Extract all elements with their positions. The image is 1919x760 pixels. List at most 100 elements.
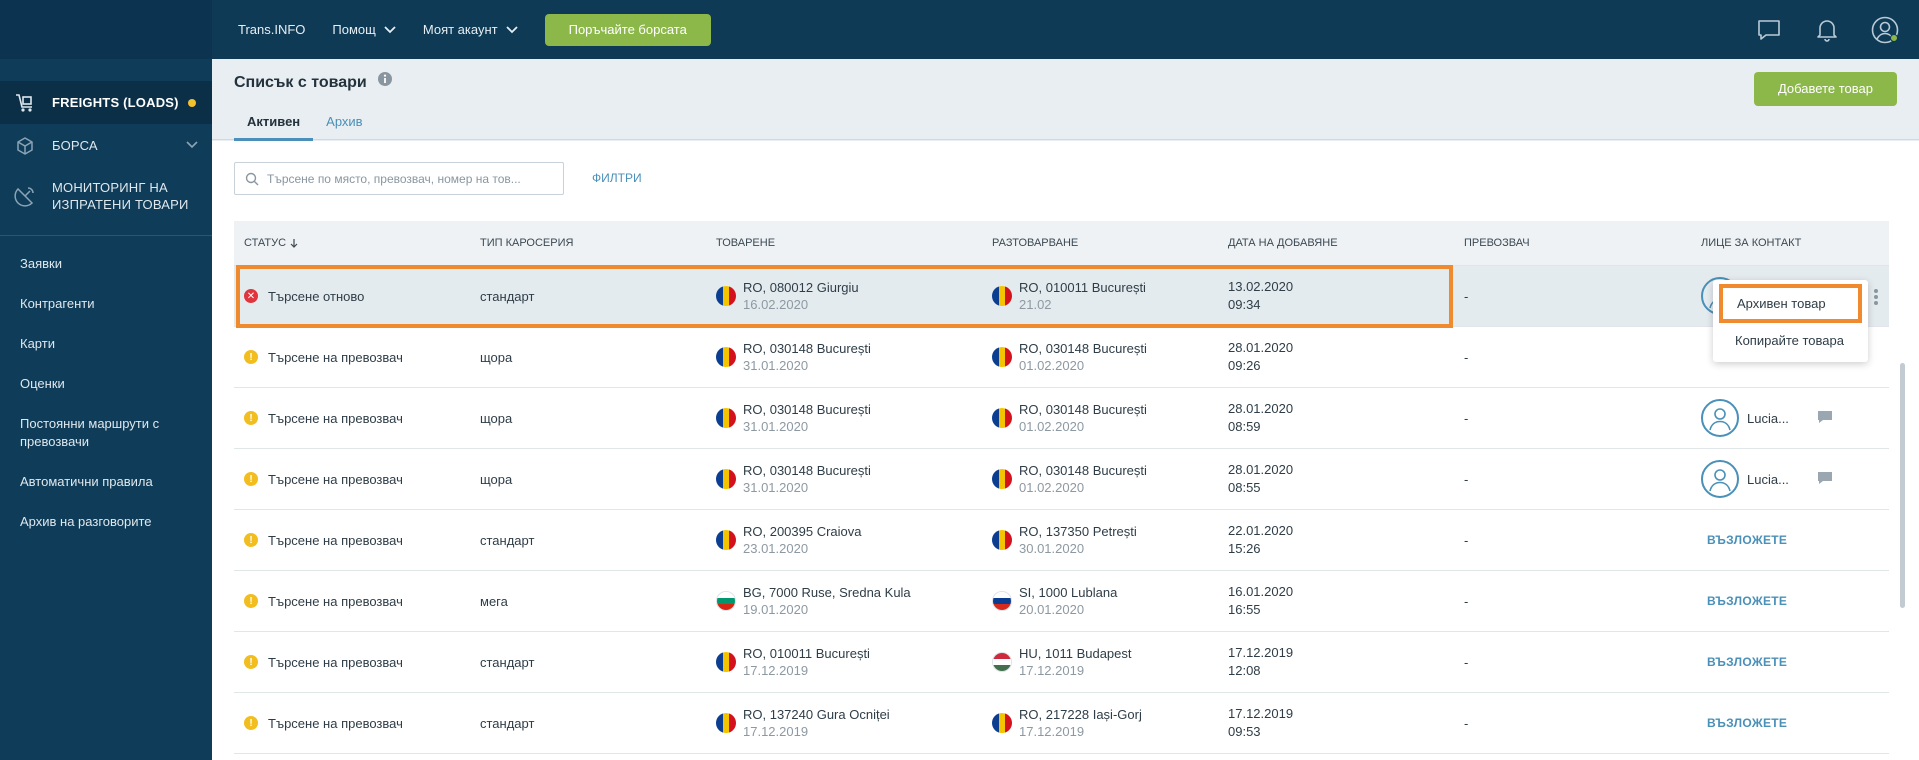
- column-header-body-type[interactable]: ТИП КАРОСЕРИЯ: [470, 237, 706, 249]
- chat-bubble-icon[interactable]: [1817, 410, 1833, 427]
- user-icon[interactable]: [1871, 16, 1899, 44]
- order-exchange-button[interactable]: Поръчайте борсата: [544, 13, 711, 46]
- date-added-cell: 28.01.2020 09:26: [1218, 339, 1454, 375]
- nav-my-account[interactable]: Моят акаунт: [423, 22, 518, 37]
- table-row[interactable]: ! Търсене на превозвач стандарт RO, 137240 …: [234, 693, 1889, 754]
- unloading-place: RO, 010011 București: [1019, 280, 1146, 295]
- chevron-down-icon: [384, 25, 396, 33]
- main-content: ФИЛТРИ СТАТУС ТИП КАРОСЕРИЯ ТОВАРЕНЕ РАЗ…: [212, 141, 1919, 760]
- contact: Lucia...: [1701, 460, 1833, 498]
- carrier-cell: -: [1464, 654, 1469, 670]
- chat-bubble-icon[interactable]: [1817, 471, 1833, 488]
- column-header-date-added[interactable]: ДАТА НА ДОБАВЯНЕ: [1218, 237, 1454, 249]
- table-row[interactable]: ! Търсене на превозвач стандарт RO, 200395 …: [234, 510, 1889, 571]
- contact: Lucia...: [1701, 399, 1833, 437]
- date-added-time: 12:08: [1228, 663, 1261, 678]
- sidebar-item-ratings[interactable]: Оценки: [0, 364, 212, 404]
- sidebar-item-requests[interactable]: Заявки: [0, 244, 212, 284]
- loading-cell: BG, 7000 Ruse, Sredna Kula 19.01.2020: [706, 584, 982, 618]
- unloading-date: 17.12.2019: [1019, 663, 1085, 678]
- filters-link[interactable]: ФИЛТРИ: [592, 171, 642, 185]
- loading-date: 31.01.2020: [743, 480, 809, 495]
- column-header-contact[interactable]: ЛИЦЕ ЗА КОНТАКТ: [1691, 237, 1889, 249]
- unloading-place: RO, 030148 București: [1019, 341, 1147, 356]
- column-header-loading[interactable]: ТОВАРЕНЕ: [706, 237, 982, 249]
- flag-ro-icon: [716, 530, 736, 550]
- date-added-date: 28.01.2020: [1228, 401, 1294, 416]
- sidebar-item-exchange[interactable]: БОРСА: [0, 124, 212, 167]
- sidebar-item-monitoring[interactable]: МОНИТОРИНГ НА ИЗПРАТЕНИ ТОВАРИ: [0, 167, 212, 225]
- loading-location: RO, 080012 Giurgiu 16.02.2020: [716, 279, 859, 313]
- warning-status-icon: !: [244, 594, 258, 608]
- table-row[interactable]: ! Търсене на превозвач щора RO, 030148 Bucu…: [234, 327, 1889, 388]
- contact-name[interactable]: Lucia...: [1747, 411, 1789, 426]
- add-freight-button[interactable]: Добавете товар: [1753, 72, 1897, 106]
- tab-active[interactable]: Активен: [234, 109, 314, 141]
- flag-ro-icon: [992, 408, 1012, 428]
- unloading-date: 01.02.2020: [1019, 419, 1085, 434]
- avatar[interactable]: [1701, 399, 1739, 437]
- table-row[interactable]: ! Търсене на превозвач щора RO, 030148 Bucu…: [234, 388, 1889, 449]
- sidebar-item-maps[interactable]: Карти: [0, 324, 212, 364]
- info-icon[interactable]: [377, 71, 393, 90]
- sidebar-item-contractors[interactable]: Контрагенти: [0, 284, 212, 324]
- loading-place: BG, 7000 Ruse, Sredna Kula: [743, 585, 911, 600]
- assign-link[interactable]: ВЪЗЛОЖЕТЕ: [1703, 594, 1787, 608]
- unloading-place: RO, 137350 Petrești: [1019, 524, 1137, 539]
- body-type-cell: мега: [480, 593, 508, 609]
- loading-cell: RO, 030148 București 31.01.2020: [706, 340, 982, 374]
- sidebar-item-routes[interactable]: Постоянни маршрути с превозвачи: [0, 404, 212, 462]
- tab-archive[interactable]: Архив: [313, 109, 375, 141]
- sidebar-item-freights[interactable]: FREIGHTS (LOADS): [0, 81, 212, 124]
- status-text: Търсене на превозвач: [268, 471, 403, 487]
- table-row[interactable]: ✕ Търсене отново стандарт RO, 080012 Giurgi…: [234, 266, 1889, 327]
- kebab-menu-icon[interactable]: [1873, 288, 1879, 309]
- menu-item-archive[interactable]: Архивен товар: [1719, 284, 1862, 323]
- assign-link[interactable]: ВЪЗЛОЖЕТЕ: [1703, 716, 1787, 730]
- unloading-location: RO, 217228 Iași-Gorj 17.12.2019: [992, 706, 1142, 740]
- flag-ro-icon: [992, 713, 1012, 733]
- date-added-time: 09:26: [1228, 358, 1261, 373]
- loading-place: RO, 200395 Craiova: [743, 524, 862, 539]
- table-row[interactable]: ! Търсене на превозвач мега BG, 7000 Ruse, …: [234, 571, 1889, 632]
- column-header-unloading[interactable]: РАЗТОВАРВАНЕ: [982, 237, 1218, 249]
- chat-icon[interactable]: [1755, 16, 1783, 44]
- carrier-cell: -: [1464, 593, 1469, 609]
- column-header-carrier[interactable]: ПРЕВОЗВАЧ: [1454, 237, 1691, 249]
- date-added-time: 16:55: [1228, 602, 1261, 617]
- search-input[interactable]: [267, 171, 557, 186]
- sidebar-item-auto-rules[interactable]: Автоматични правила: [0, 462, 212, 502]
- bell-icon[interactable]: [1813, 16, 1841, 44]
- assign-link[interactable]: ВЪЗЛОЖЕТЕ: [1703, 533, 1787, 547]
- flag-ro-icon: [716, 286, 736, 306]
- flag-si-icon: [992, 591, 1012, 611]
- contact-name[interactable]: Lucia...: [1747, 472, 1789, 487]
- sidebar-divider: [0, 235, 212, 236]
- search-box: [234, 162, 564, 195]
- vertical-scrollbar[interactable]: [1900, 363, 1905, 608]
- loading-text: RO, 030148 București 31.01.2020: [743, 401, 871, 435]
- status-text: Търсене на превозвач: [268, 593, 403, 609]
- notification-dot: [188, 99, 196, 107]
- sidebar-item-chat-archive[interactable]: Архив на разговорите: [0, 502, 212, 542]
- table-row[interactable]: ! Търсене на превозвач щора RO, 030148 Bucu…: [234, 449, 1889, 510]
- nav-trans-info[interactable]: Trans.INFO: [238, 22, 305, 37]
- sidebar: FREIGHTS (LOADS) БОРСА МОНИТОРИНГ НА ИЗПР…: [0, 59, 212, 760]
- avatar[interactable]: [1701, 460, 1739, 498]
- nav-help-label: Помощ: [332, 22, 376, 37]
- unloading-location: RO, 030148 București 01.02.2020: [992, 340, 1147, 374]
- status-cell: ! Търсене на превозвач: [234, 472, 470, 487]
- unloading-text: RO, 137350 Petrești 30.01.2020: [1019, 523, 1137, 557]
- unloading-cell: RO, 217228 Iași-Gorj 17.12.2019: [982, 706, 1218, 740]
- loading-date: 31.01.2020: [743, 358, 809, 373]
- loading-date: 17.12.2019: [743, 663, 809, 678]
- unloading-text: RO, 010011 București 21.02: [1019, 279, 1146, 313]
- error-status-icon: ✕: [244, 289, 258, 303]
- menu-item-copy[interactable]: Копирайте товара: [1713, 323, 1868, 358]
- logo-area: [0, 0, 212, 59]
- table-row[interactable]: ! Търсене на превозвач стандарт RO, 010011 …: [234, 632, 1889, 693]
- column-header-status[interactable]: СТАТУС: [234, 237, 470, 249]
- loading-location: BG, 7000 Ruse, Sredna Kula 19.01.2020: [716, 584, 911, 618]
- assign-link[interactable]: ВЪЗЛОЖЕТЕ: [1703, 655, 1787, 669]
- nav-help[interactable]: Помощ: [332, 22, 396, 37]
